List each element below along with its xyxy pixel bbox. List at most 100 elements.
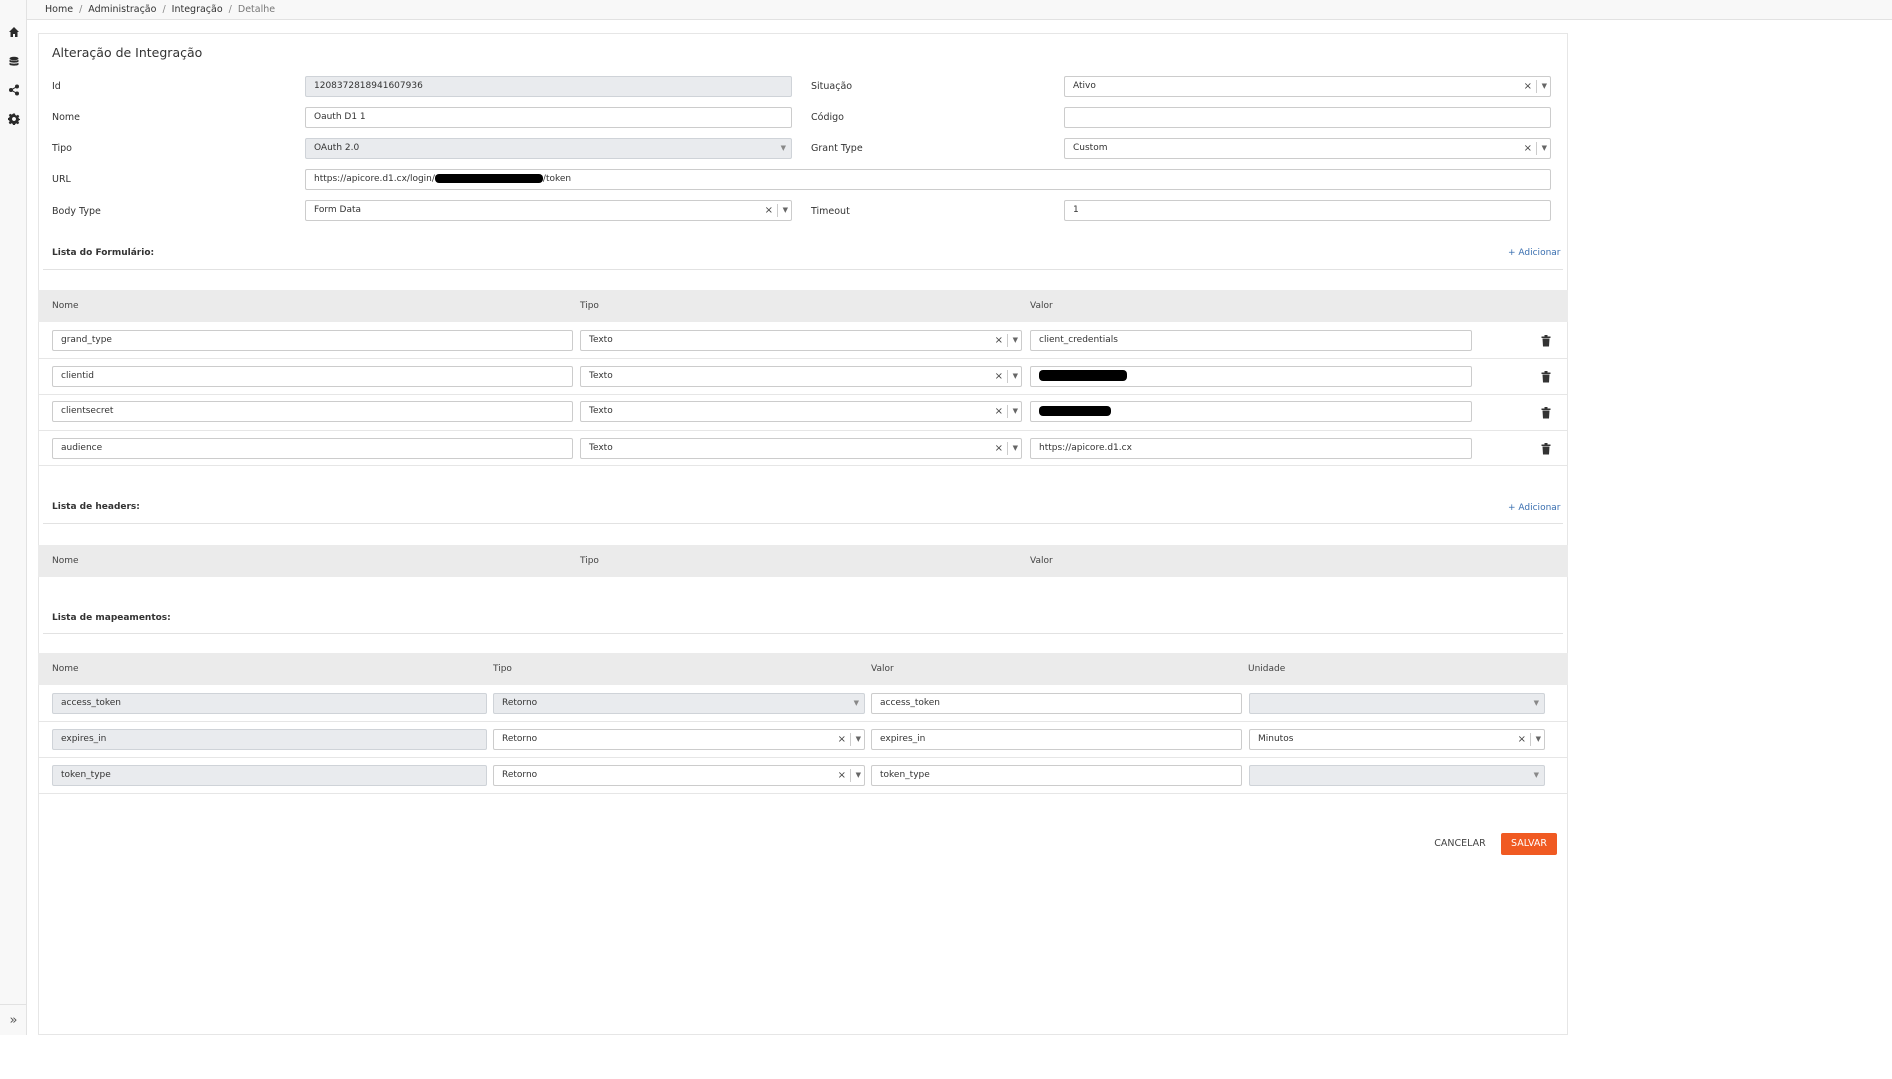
breadcrumb-home[interactable]: Home: [45, 4, 73, 15]
mapping-row-valor-input[interactable]: expires_in: [871, 729, 1242, 750]
chevron-down-icon: ▼: [1541, 82, 1547, 90]
top-bar: Home / Administração / Integração / Detalhe: [27, 0, 1892, 20]
clear-icon: ×: [994, 443, 1003, 454]
clear-icon: ×: [1523, 143, 1532, 154]
form-list-add-link[interactable]: + Adicionar: [1508, 248, 1561, 258]
nome-input[interactable]: Oauth D1 1: [305, 107, 792, 128]
form-row-nome-input[interactable]: audience: [52, 438, 573, 459]
body-type-select[interactable]: Form Data × ▼: [305, 200, 792, 221]
divider: [43, 269, 1563, 270]
chevron-down-icon: ▼: [1533, 771, 1539, 779]
column-tipo: Tipo: [580, 301, 599, 311]
form-row-nome-input[interactable]: grand_type: [52, 330, 573, 351]
share-icon[interactable]: [0, 80, 27, 100]
clear-icon: ×: [837, 734, 846, 745]
mapping-row-unidade-select[interactable]: Minutos × ▼: [1249, 729, 1545, 750]
mapping-row-unidade-select: ▼: [1249, 765, 1545, 786]
chevron-down-icon: ▼: [1535, 735, 1541, 743]
database-icon[interactable]: [0, 52, 27, 72]
redacted-value: [434, 174, 543, 183]
trash-icon[interactable]: [1541, 443, 1551, 455]
codigo-input[interactable]: [1064, 107, 1551, 128]
chevron-down-icon: ▼: [1012, 444, 1018, 452]
codigo-label: Código: [811, 112, 844, 123]
redacted-value: [1039, 405, 1111, 416]
clear-icon: ×: [994, 406, 1003, 417]
form-list-title: Lista do Formulário:: [52, 248, 155, 258]
column-valor: Valor: [871, 664, 894, 674]
cancel-button[interactable]: CANCELAR: [1430, 836, 1490, 852]
trash-icon[interactable]: [1541, 407, 1551, 419]
mapping-row-valor-input[interactable]: token_type: [871, 765, 1242, 786]
chevron-down-icon: ▼: [780, 144, 786, 152]
clear-icon: ×: [764, 205, 773, 216]
column-nome: Nome: [52, 664, 79, 674]
form-row-nome-input[interactable]: clientid: [52, 366, 573, 387]
chevron-down-icon: ▼: [1012, 372, 1018, 380]
clear-icon: ×: [837, 770, 846, 781]
gear-icon[interactable]: [0, 109, 27, 129]
grant-type-select[interactable]: Custom × ▼: [1064, 138, 1551, 159]
column-valor: Valor: [1030, 556, 1053, 566]
clear-icon: ×: [994, 335, 1003, 346]
breadcrumb-administracao[interactable]: Administração: [88, 4, 156, 15]
form-list-header: Nome Tipo Valor: [38, 290, 1568, 322]
divider: [43, 523, 1563, 524]
tipo-label: Tipo: [52, 143, 72, 154]
mapping-row-nome-field: access_token: [52, 693, 487, 714]
column-tipo: Tipo: [580, 556, 599, 566]
save-button[interactable]: SALVAR: [1501, 833, 1557, 855]
headers-list-title: Lista de headers:: [52, 502, 140, 512]
form-row-valor-input[interactable]: [1030, 366, 1472, 387]
tipo-select: OAuth 2.0 ▼: [305, 138, 792, 159]
form-row-nome-input[interactable]: clientsecret: [52, 401, 573, 422]
chevron-down-icon: ▼: [855, 771, 861, 779]
form-row-valor-input[interactable]: client_credentials: [1030, 330, 1472, 351]
mapping-row-valor-input[interactable]: access_token: [871, 693, 1242, 714]
grant-type-label: Grant Type: [811, 143, 863, 154]
form-row-tipo-select[interactable]: Texto × ▼: [580, 366, 1022, 387]
mapping-row-nome-field: expires_in: [52, 729, 487, 750]
timeout-input[interactable]: 1: [1064, 200, 1551, 221]
breadcrumb: Home / Administração / Integração / Detalhe: [45, 4, 276, 15]
id-field: 1208372818941607936: [305, 76, 792, 97]
clear-icon: ×: [1517, 734, 1526, 745]
divider: [43, 633, 1563, 634]
form-row-tipo-select[interactable]: Texto × ▼: [580, 401, 1022, 422]
chevron-down-icon: ▼: [1012, 407, 1018, 415]
chevron-down-icon: ▼: [782, 206, 788, 214]
form-row-valor-input[interactable]: https://apicore.d1.cx: [1030, 438, 1472, 459]
chevron-down-icon: ▼: [1012, 336, 1018, 344]
trash-icon[interactable]: [1541, 335, 1551, 347]
headers-list-header: Nome Tipo Valor: [38, 545, 1568, 577]
expand-sidebar-icon[interactable]: »: [0, 1004, 27, 1035]
column-tipo: Tipo: [493, 664, 512, 674]
chevron-down-icon: ▼: [853, 699, 859, 707]
situacao-label: Situação: [811, 81, 853, 92]
mapping-row-tipo-select[interactable]: Retorno × ▼: [493, 765, 865, 786]
mapping-row-nome-field: token_type: [52, 765, 487, 786]
breadcrumb-integracao[interactable]: Integração: [172, 4, 223, 15]
url-input[interactable]: https://apicore.d1.cx/login//token: [305, 169, 1551, 190]
column-nome: Nome: [52, 556, 79, 566]
mappings-list-header: Nome Tipo Valor Unidade: [38, 653, 1568, 685]
body-type-label: Body Type: [52, 206, 101, 217]
mappings-list-title: Lista de mapeamentos:: [52, 613, 171, 623]
headers-list-add-link[interactable]: + Adicionar: [1508, 503, 1561, 513]
situacao-select[interactable]: Ativo × ▼: [1064, 76, 1551, 97]
mapping-row-tipo-select[interactable]: Retorno × ▼: [493, 729, 865, 750]
url-label: URL: [52, 174, 71, 185]
form-row-tipo-select[interactable]: Texto × ▼: [580, 330, 1022, 351]
chevron-down-icon: ▼: [1541, 144, 1547, 152]
mapping-row-tipo-select: Retorno ▼: [493, 693, 865, 714]
column-unidade: Unidade: [1248, 664, 1286, 674]
trash-icon[interactable]: [1541, 371, 1551, 383]
page-title: Alteração de Integração: [52, 45, 203, 60]
form-row-valor-input[interactable]: [1030, 401, 1472, 422]
timeout-label: Timeout: [811, 206, 850, 217]
home-icon[interactable]: [0, 22, 27, 42]
mapping-row-unidade-select: ▼: [1249, 693, 1545, 714]
form-row-tipo-select[interactable]: Texto × ▼: [580, 438, 1022, 459]
column-valor: Valor: [1030, 301, 1053, 311]
clear-icon: ×: [994, 371, 1003, 382]
